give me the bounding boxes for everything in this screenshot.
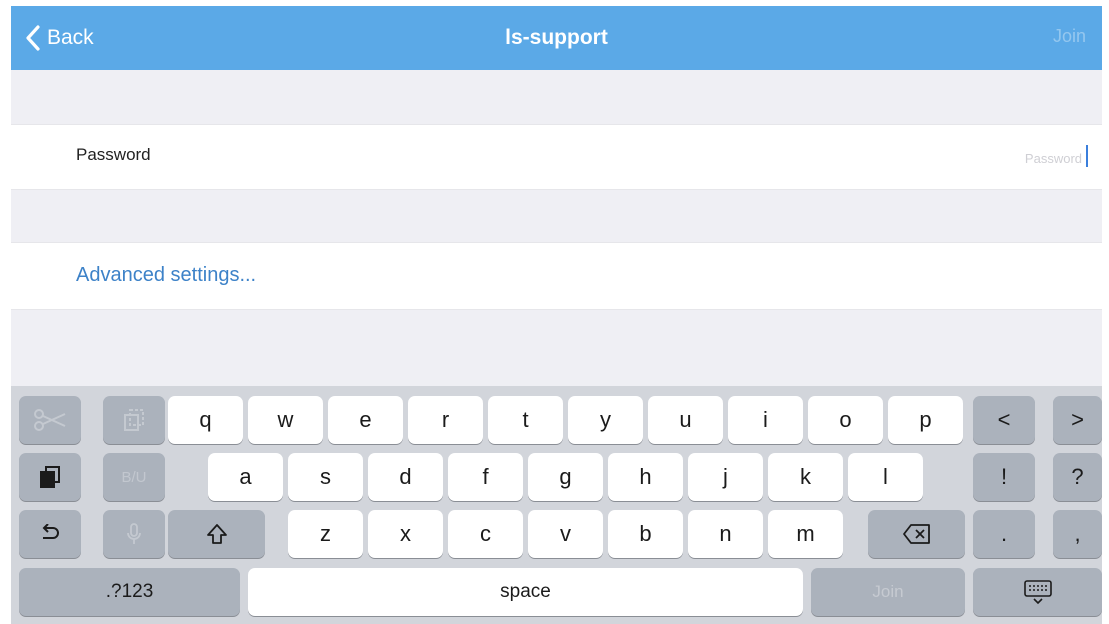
key-i[interactable]: i	[728, 396, 803, 444]
key-h[interactable]: h	[608, 453, 683, 501]
text-cursor	[1086, 145, 1088, 167]
backspace-key[interactable]	[868, 510, 965, 558]
key-f[interactable]: f	[448, 453, 523, 501]
navigation-bar: Back ls-support Join	[11, 6, 1102, 70]
copy-icon	[124, 409, 144, 431]
page-title: ls-support	[505, 26, 608, 49]
advanced-settings-row[interactable]: Advanced settings...	[11, 242, 1102, 310]
key-x[interactable]: x	[368, 510, 443, 558]
cursor-right-key[interactable]: >	[1053, 396, 1102, 444]
key-m[interactable]: m	[768, 510, 843, 558]
hide-keyboard-key[interactable]	[973, 568, 1102, 616]
key-a[interactable]: a	[208, 453, 283, 501]
hide-keyboard-icon	[1023, 580, 1052, 605]
copy-key[interactable]	[103, 396, 165, 444]
key-o[interactable]: o	[808, 396, 883, 444]
shift-icon	[206, 524, 227, 544]
undo-key[interactable]	[19, 510, 81, 558]
join-key[interactable]: Join	[811, 568, 965, 616]
chevron-left-icon	[26, 25, 40, 51]
cut-key[interactable]	[19, 396, 81, 444]
key-e[interactable]: e	[328, 396, 403, 444]
backspace-icon	[902, 524, 930, 544]
key-s[interactable]: s	[288, 453, 363, 501]
key-z[interactable]: z	[288, 510, 363, 558]
password-row: Password	[11, 124, 1102, 190]
back-button[interactable]: Back	[25, 20, 94, 56]
key-b[interactable]: b	[608, 510, 683, 558]
settings-content: Password Advanced settings...	[11, 70, 1102, 386]
comma-key[interactable]: ,	[1053, 510, 1102, 558]
join-button[interactable]: Join	[1053, 26, 1086, 47]
bold-underline-key[interactable]: B/U	[103, 453, 165, 501]
period-key[interactable]: .	[973, 510, 1035, 558]
key-j[interactable]: j	[688, 453, 763, 501]
key-y[interactable]: y	[568, 396, 643, 444]
key-v[interactable]: v	[528, 510, 603, 558]
key-n[interactable]: n	[688, 510, 763, 558]
key-t[interactable]: t	[488, 396, 563, 444]
back-label: Back	[47, 26, 94, 49]
key-k[interactable]: k	[768, 453, 843, 501]
key-l[interactable]: l	[848, 453, 923, 501]
paste-key[interactable]	[19, 453, 81, 501]
key-p[interactable]: p	[888, 396, 963, 444]
scissors-icon	[34, 409, 66, 431]
space-key[interactable]: space	[248, 568, 803, 616]
cursor-left-key[interactable]: <	[973, 396, 1035, 444]
shift-key[interactable]	[168, 510, 265, 558]
undo-icon	[42, 524, 59, 539]
key-g[interactable]: g	[528, 453, 603, 501]
key-q[interactable]: q	[168, 396, 243, 444]
key-u[interactable]: u	[648, 396, 723, 444]
dictation-key[interactable]	[103, 510, 165, 558]
key-c[interactable]: c	[448, 510, 523, 558]
numbers-key[interactable]: .?123	[19, 568, 240, 616]
exclamation-key[interactable]: !	[973, 453, 1035, 501]
password-label: Password	[76, 145, 151, 164]
key-r[interactable]: r	[408, 396, 483, 444]
on-screen-keyboard: q w e r t y u i o p < > B/U a s d f g h …	[11, 386, 1102, 624]
advanced-settings-link[interactable]: Advanced settings...	[76, 264, 256, 287]
password-field[interactable]	[880, 143, 1084, 173]
key-d[interactable]: d	[368, 453, 443, 501]
question-key[interactable]: ?	[1053, 453, 1102, 501]
microphone-icon	[127, 523, 141, 544]
key-w[interactable]: w	[248, 396, 323, 444]
paste-icon	[40, 466, 60, 488]
